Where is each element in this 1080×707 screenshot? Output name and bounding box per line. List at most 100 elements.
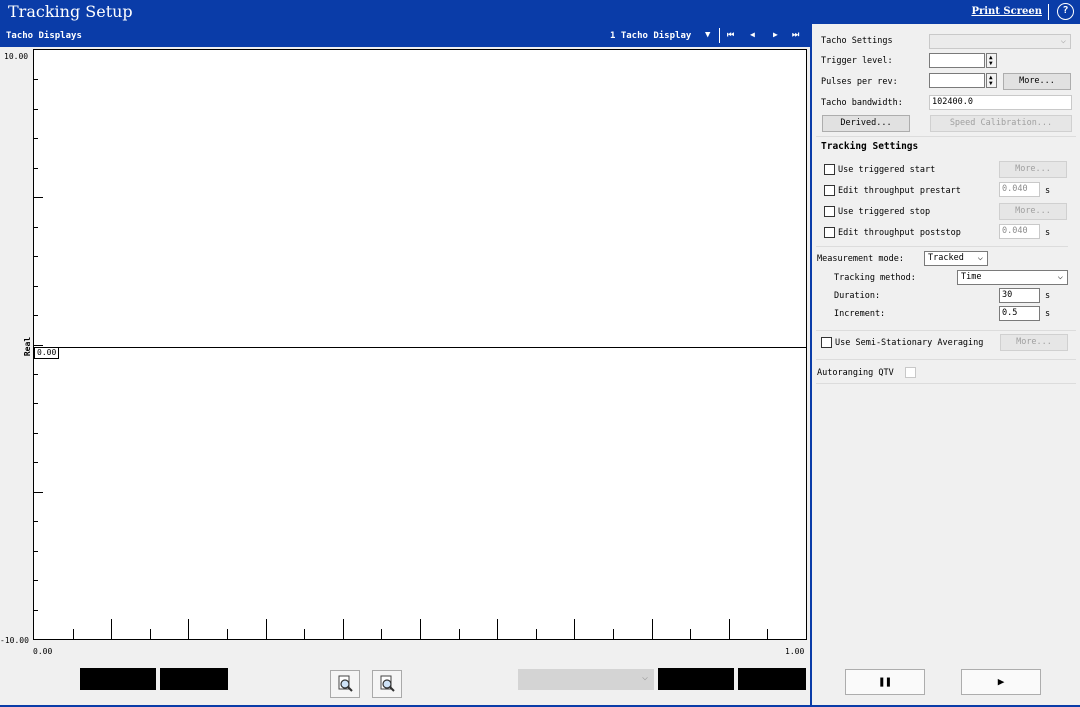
x-tick [381, 629, 382, 639]
x-tick [497, 619, 498, 639]
first-page-icon[interactable]: ⏮ [727, 30, 734, 40]
x-axis-max-label: 1.00 [785, 647, 805, 656]
title-bar: Tracking Setup Print Screen ? [0, 0, 1080, 24]
tracking-method-select[interactable]: Time ⌵ [957, 270, 1068, 285]
y-tick [34, 109, 38, 110]
x-tick [536, 629, 537, 639]
tacho-displays-header: Tacho Displays 1 Tacho Display ▼ ⏮ ◀ ▶ ⏭ [0, 24, 810, 47]
spin-down-icon: ▼ [989, 80, 993, 87]
x-tick [266, 619, 267, 639]
last-page-icon[interactable]: ⏭ [792, 30, 799, 40]
y-tick [34, 138, 38, 139]
duration-unit: s [1045, 291, 1051, 301]
duration-input[interactable]: 30 [999, 288, 1040, 303]
x-tick [304, 629, 305, 639]
chevron-down-icon: ⌵ [641, 672, 648, 683]
divider [816, 359, 1076, 360]
next-page-icon[interactable]: ▶ [773, 30, 778, 39]
y-tick [34, 286, 38, 287]
play-button[interactable]: ▶ [961, 669, 1041, 695]
tacho-plot-area[interactable] [33, 49, 807, 640]
print-screen-link[interactable]: Print Screen [971, 6, 1042, 17]
black-control-1[interactable] [80, 668, 156, 690]
x-tick [227, 629, 228, 639]
y-axis-max-label: 10.00 [4, 52, 29, 61]
poststop-unit: s [1045, 228, 1051, 238]
help-icon[interactable]: ? [1057, 3, 1074, 20]
edit-prestart-checkbox[interactable] [824, 185, 835, 196]
x-tick [459, 629, 460, 639]
disabled-display-select[interactable]: ⌵ [518, 669, 654, 690]
pulses-more-button[interactable]: More... [1003, 73, 1071, 90]
black-control-2[interactable] [160, 668, 228, 690]
use-triggered-start-label: Use triggered start [838, 165, 936, 175]
black-control-4[interactable] [738, 668, 806, 690]
trigger-level-input[interactable] [929, 53, 985, 68]
edit-poststop-checkbox[interactable] [824, 227, 835, 238]
prestart-input[interactable]: 0.040 [999, 182, 1040, 197]
x-tick [767, 629, 768, 639]
y-tick [34, 403, 38, 404]
use-triggered-stop-checkbox[interactable] [824, 206, 835, 217]
x-tick [574, 619, 575, 639]
semi-stationary-more-button[interactable]: More... [1000, 334, 1068, 351]
edit-poststop-label: Edit throughput poststop [838, 228, 961, 238]
divider [816, 330, 1076, 331]
triggered-start-more-button[interactable]: More... [999, 161, 1067, 178]
measurement-mode-value: Tracked [928, 253, 964, 263]
tacho-settings-label: Tacho Settings [821, 36, 893, 46]
y-tick [34, 580, 38, 581]
cursor-readout: 0.00 [34, 347, 60, 359]
speed-calibration-button[interactable]: Speed Calibration... [930, 115, 1072, 132]
duration-label: Duration: [834, 291, 881, 301]
y-tick [34, 315, 38, 316]
x-tick [652, 619, 653, 639]
window-title: Tracking Setup [8, 2, 133, 21]
edit-prestart-label: Edit throughput prestart [838, 186, 961, 196]
triggered-stop-more-button[interactable]: More... [999, 203, 1067, 220]
pause-button[interactable]: ❚❚ [845, 669, 925, 695]
increment-label: Increment: [834, 309, 886, 319]
black-control-3[interactable] [658, 668, 734, 690]
trigger-level-spinner[interactable]: ▲ ▼ [986, 53, 997, 68]
x-tick [73, 629, 74, 639]
zoom-in-button[interactable] [330, 670, 360, 698]
divider [816, 136, 1076, 137]
x-tick [690, 629, 691, 639]
zoom-out-button[interactable] [372, 670, 402, 698]
header-separator [719, 28, 720, 43]
chevron-down-icon: ⌵ [1057, 272, 1063, 282]
play-icon: ▶ [997, 675, 1005, 688]
use-triggered-start-checkbox[interactable] [824, 164, 835, 175]
y-tick [34, 374, 38, 375]
tacho-bandwidth-label: Tacho bandwidth: [821, 98, 903, 108]
settings-panel: Tacho Settings ⌵ Trigger level: ▲ ▼ Pulse… [812, 24, 1080, 707]
x-tick [343, 619, 344, 639]
y-tick [34, 610, 38, 611]
y-tick [34, 168, 38, 169]
poststop-input[interactable]: 0.040 [999, 224, 1040, 239]
display-count-select[interactable]: 1 Tacho Display [610, 31, 691, 41]
y-tick [34, 256, 38, 257]
measurement-mode-select[interactable]: Tracked ⌵ [924, 251, 988, 266]
x-axis-min-label: 0.00 [33, 647, 53, 656]
y-tick [34, 79, 38, 80]
semi-stationary-checkbox[interactable] [821, 337, 832, 348]
autoranging-label: Autoranging QTV [817, 368, 894, 378]
pulses-per-rev-label: Pulses per rev: [821, 77, 898, 87]
pulses-per-rev-spinner[interactable]: ▲ ▼ [986, 73, 997, 88]
increment-input[interactable]: 0.5 [999, 306, 1040, 321]
increment-unit: s [1045, 309, 1051, 319]
prestart-unit: s [1045, 186, 1051, 196]
prev-page-icon[interactable]: ◀ [750, 30, 755, 39]
pulses-per-rev-input[interactable] [929, 73, 985, 88]
x-tick [729, 619, 730, 639]
chevron-down-icon[interactable]: ▼ [705, 30, 710, 40]
measurement-mode-label: Measurement mode: [817, 254, 904, 264]
tacho-settings-select[interactable]: ⌵ [929, 34, 1071, 49]
derived-button[interactable]: Derived... [822, 115, 910, 132]
autoranging-checkbox[interactable] [905, 367, 916, 378]
chevron-down-icon: ⌵ [1060, 36, 1066, 46]
magnifier-icon [380, 675, 395, 692]
y-tick [34, 345, 43, 346]
